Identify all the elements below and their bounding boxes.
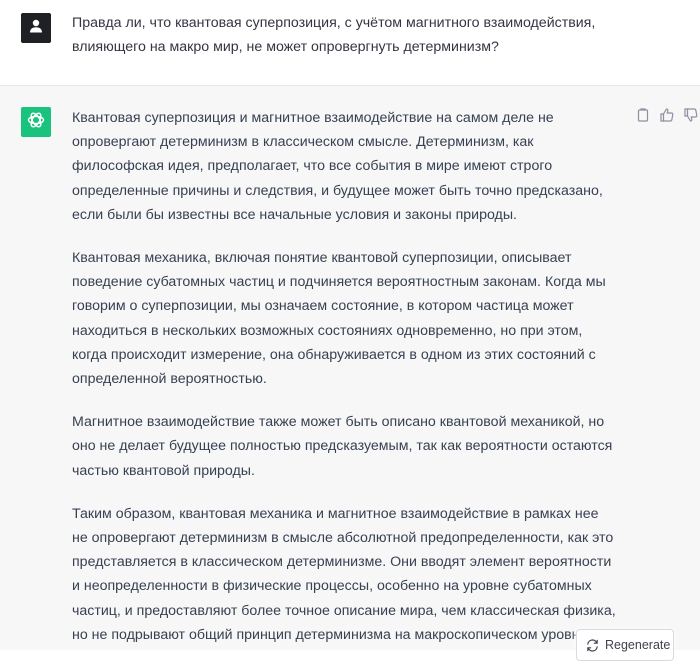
openai-logo-icon xyxy=(26,110,46,135)
assistant-answer: Квантовая суперпозиция и магнитное взаим… xyxy=(72,106,617,666)
user-avatar xyxy=(21,13,51,43)
answer-paragraph-1: Квантовая суперпозиция и магнитное взаим… xyxy=(72,110,603,223)
thumbs-up-button[interactable] xyxy=(658,107,676,127)
thumbs-down-icon xyxy=(684,107,698,127)
answer-paragraph-2: Квантовая механика, включая понятие кван… xyxy=(72,250,606,388)
user-icon xyxy=(28,18,44,39)
answer-paragraph-4: Таким образом, квантовая механика и магн… xyxy=(72,505,616,643)
user-message-text: Правда ли, что квантовая суперпозиция, с… xyxy=(72,15,596,55)
thumbs-down-button[interactable] xyxy=(682,107,700,127)
thumbs-up-icon xyxy=(660,107,674,127)
regenerate-button[interactable]: Regenerate xyxy=(576,629,674,661)
assistant-message-row: Квантовая суперпозиция и магнитное взаим… xyxy=(0,86,700,650)
message-actions xyxy=(634,107,700,127)
copy-icon xyxy=(636,107,650,127)
assistant-avatar xyxy=(21,107,51,137)
copy-button[interactable] xyxy=(634,107,652,127)
answer-paragraph-3: Магнитное взаимодействие также может быт… xyxy=(72,414,613,479)
user-message-row: Правда ли, что квантовая суперпозиция, с… xyxy=(0,0,700,86)
